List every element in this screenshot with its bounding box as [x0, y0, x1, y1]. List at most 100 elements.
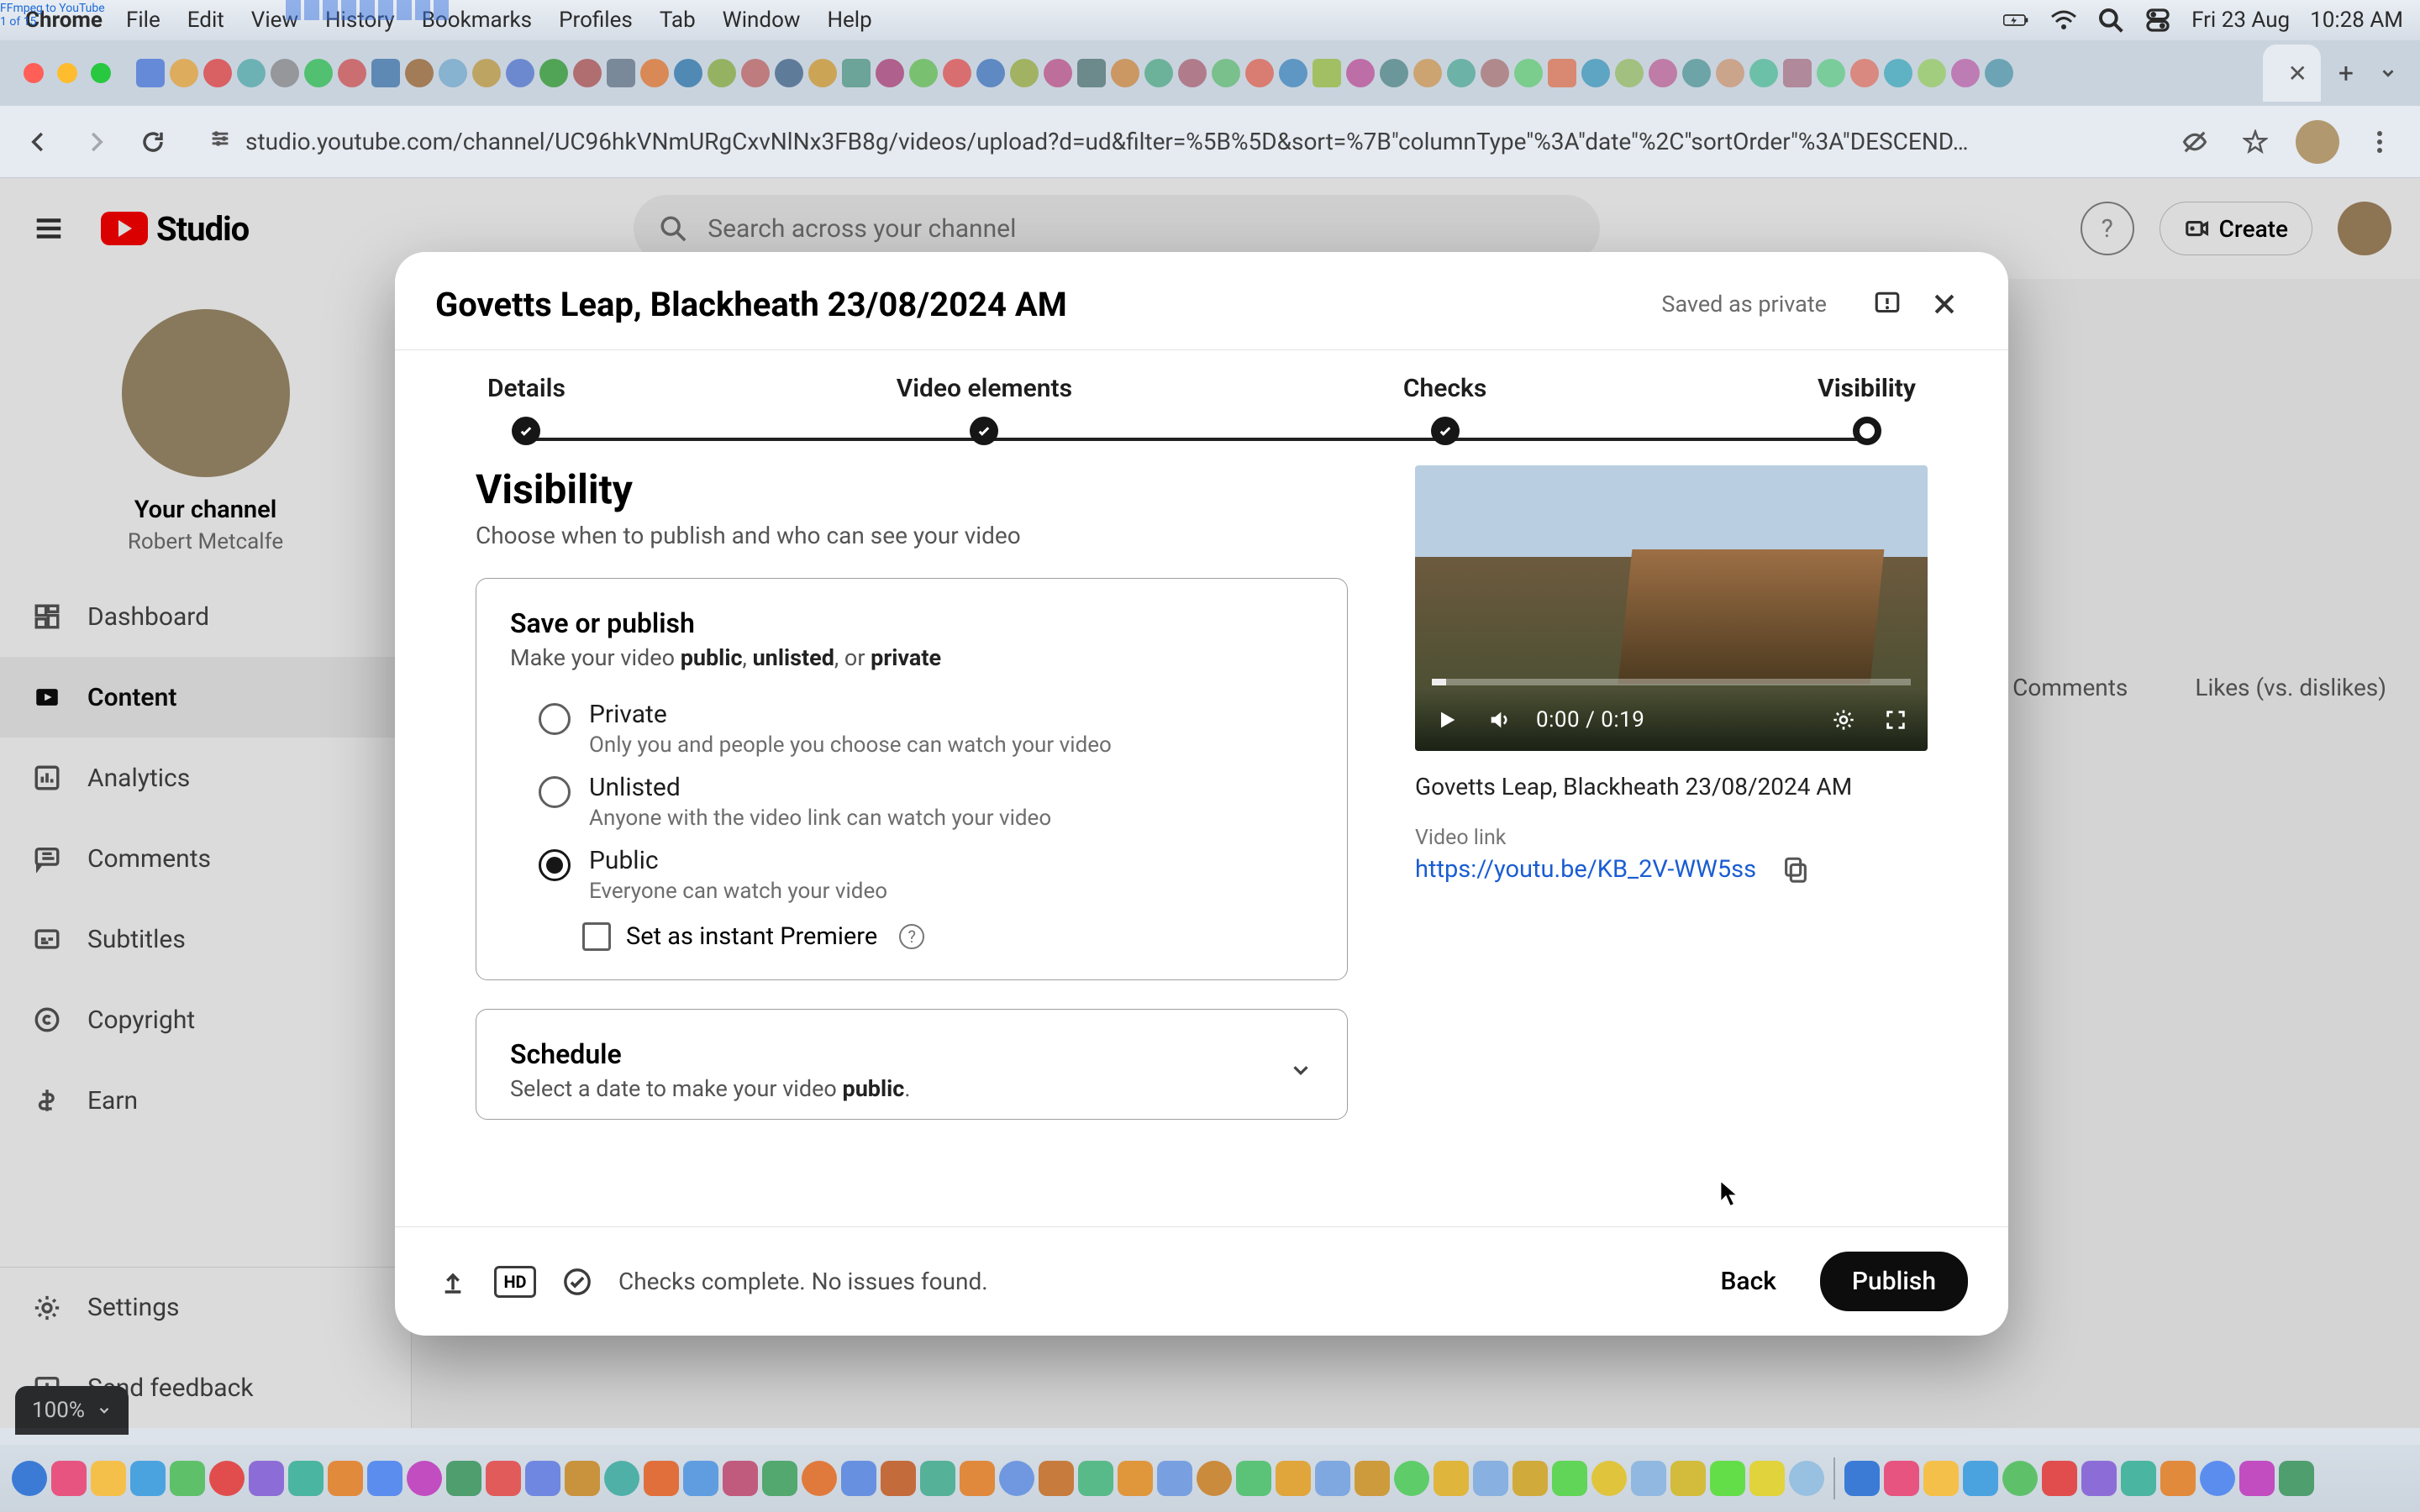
dock-app[interactable]: [1710, 1461, 1745, 1496]
dock-app[interactable]: [644, 1461, 679, 1496]
mac-clock-time[interactable]: 10:28 AM: [2310, 8, 2403, 33]
pinned-tab-favicon[interactable]: [1581, 59, 1610, 87]
dock-app[interactable]: [2081, 1461, 2117, 1496]
dock-app[interactable]: [1884, 1461, 1919, 1496]
copy-link-icon[interactable]: [1781, 855, 1810, 884]
step-video-elements[interactable]: Video elements: [897, 374, 1072, 445]
fullscreen-icon[interactable]: [1881, 705, 1911, 735]
pinned-tab-favicon[interactable]: [1850, 59, 1879, 87]
feedback-icon[interactable]: [1864, 281, 1911, 328]
dock-app[interactable]: [288, 1461, 324, 1496]
checkbox-icon[interactable]: [582, 922, 611, 951]
dock-app[interactable]: [1789, 1461, 1824, 1496]
dock-app[interactable]: [1118, 1461, 1153, 1496]
help-tooltip-icon[interactable]: ?: [899, 924, 924, 949]
back-button[interactable]: Back: [1700, 1252, 1796, 1311]
pinned-tab-favicon[interactable]: [1010, 59, 1039, 87]
dock-app[interactable]: [209, 1461, 245, 1496]
pinned-tab-favicon[interactable]: [338, 59, 366, 87]
dock-app[interactable]: [2042, 1461, 2077, 1496]
dock-app[interactable]: [683, 1461, 718, 1496]
nav-forward-button[interactable]: [77, 123, 114, 160]
dock-app[interactable]: [1591, 1461, 1627, 1496]
dock-app[interactable]: [881, 1461, 916, 1496]
mac-menu-file[interactable]: File: [126, 8, 160, 33]
url-bar[interactable]: studio.youtube.com/channel/UC96hkVNmURgC…: [192, 117, 2154, 167]
pinned-tab-favicon[interactable]: [1245, 59, 1274, 87]
video-player[interactable]: 0:00 / 0:19: [1415, 465, 1928, 751]
play-button-icon[interactable]: [1432, 705, 1462, 735]
window-close-button[interactable]: [24, 63, 44, 83]
dock-app[interactable]: [802, 1461, 837, 1496]
dock-app[interactable]: [920, 1461, 955, 1496]
control-center-icon[interactable]: [2144, 10, 2171, 30]
pinned-tab-favicon[interactable]: [808, 59, 837, 87]
pinned-tab-favicon[interactable]: [1313, 59, 1341, 87]
pinned-tab-favicon[interactable]: [1481, 59, 1509, 87]
dock-app[interactable]: [249, 1461, 284, 1496]
pinned-tab-favicon[interactable]: [539, 59, 568, 87]
dock-app[interactable]: [1844, 1461, 1880, 1496]
mac-menu-window[interactable]: Window: [723, 8, 801, 33]
set-instant-premiere[interactable]: Set as instant Premiere ?: [510, 911, 1313, 951]
pinned-tab-favicon[interactable]: [271, 59, 299, 87]
pinned-tab-favicon[interactable]: [1044, 59, 1072, 87]
dock-app[interactable]: [762, 1461, 797, 1496]
dock-app[interactable]: [51, 1461, 87, 1496]
dock-app[interactable]: [565, 1461, 600, 1496]
step-visibility[interactable]: Visibility: [1818, 374, 1916, 445]
pinned-tab-favicon[interactable]: [1178, 59, 1207, 87]
dock-app[interactable]: [1355, 1461, 1390, 1496]
radio-option-private[interactable]: Private Only you and people you choose c…: [510, 691, 1313, 764]
step-details[interactable]: Details: [487, 374, 566, 445]
active-browser-tab[interactable]: ✕: [2263, 45, 2321, 102]
pinned-tab-favicon[interactable]: [708, 59, 736, 87]
step-checks[interactable]: Checks: [1403, 374, 1486, 445]
pinned-tab-favicon[interactable]: [405, 59, 434, 87]
dock-app[interactable]: [2002, 1461, 2038, 1496]
volume-icon[interactable]: [1484, 705, 1514, 735]
dock-app[interactable]: [1434, 1461, 1469, 1496]
dock-app[interactable]: [1039, 1461, 1074, 1496]
dock-app[interactable]: [2200, 1461, 2235, 1496]
pinned-tab-favicon[interactable]: [1346, 59, 1375, 87]
pinned-tab-favicon[interactable]: [1380, 59, 1408, 87]
pinned-tab-favicon[interactable]: [304, 59, 333, 87]
dock-app[interactable]: [1276, 1461, 1311, 1496]
site-settings-icon[interactable]: [208, 127, 232, 156]
battery-icon[interactable]: [2003, 10, 2030, 30]
pinned-tab-favicon[interactable]: [1884, 59, 1912, 87]
pinned-tab-favicon[interactable]: [1649, 59, 1677, 87]
dock-app[interactable]: [170, 1461, 205, 1496]
pinned-tab-favicon[interactable]: [472, 59, 501, 87]
pinned-tab-favicon[interactable]: [1212, 59, 1240, 87]
pinned-tab-favicon[interactable]: [1918, 59, 1946, 87]
pinned-tab-favicon[interactable]: [1783, 59, 1812, 87]
pinned-tab-favicon[interactable]: [1413, 59, 1442, 87]
close-modal-button[interactable]: [1921, 281, 1968, 328]
pinned-tab-favicon[interactable]: [506, 59, 534, 87]
pinned-tab-favicon[interactable]: [1279, 59, 1307, 87]
dock-app[interactable]: [486, 1461, 521, 1496]
pinned-tab-favicon[interactable]: [1514, 59, 1543, 87]
radio-option-unlisted[interactable]: Unlisted Anyone with the video link can …: [510, 764, 1313, 837]
pinned-tab-favicon[interactable]: [1447, 59, 1476, 87]
dock-app[interactable]: [1473, 1461, 1508, 1496]
dock-app[interactable]: [130, 1461, 166, 1496]
dock-app[interactable]: [1963, 1461, 1998, 1496]
nav-reload-button[interactable]: [134, 123, 171, 160]
pinned-tab-favicon[interactable]: [439, 59, 467, 87]
pinned-tab-favicon[interactable]: [1548, 59, 1576, 87]
bookmark-star-icon[interactable]: [2235, 122, 2275, 162]
pinned-tab-favicon[interactable]: [607, 59, 635, 87]
dock-app[interactable]: [1394, 1461, 1429, 1496]
dock-app[interactable]: [2239, 1461, 2275, 1496]
pinned-tab-favicon[interactable]: [909, 59, 938, 87]
window-minimize-button[interactable]: [57, 63, 77, 83]
pinned-tab-favicon[interactable]: [741, 59, 770, 87]
radio-option-public[interactable]: Public Everyone can watch your video: [510, 837, 1313, 911]
dock-app[interactable]: [723, 1461, 758, 1496]
pinned-tab-favicon[interactable]: [775, 59, 803, 87]
dock-app[interactable]: [91, 1461, 126, 1496]
dock-app[interactable]: [604, 1461, 639, 1496]
